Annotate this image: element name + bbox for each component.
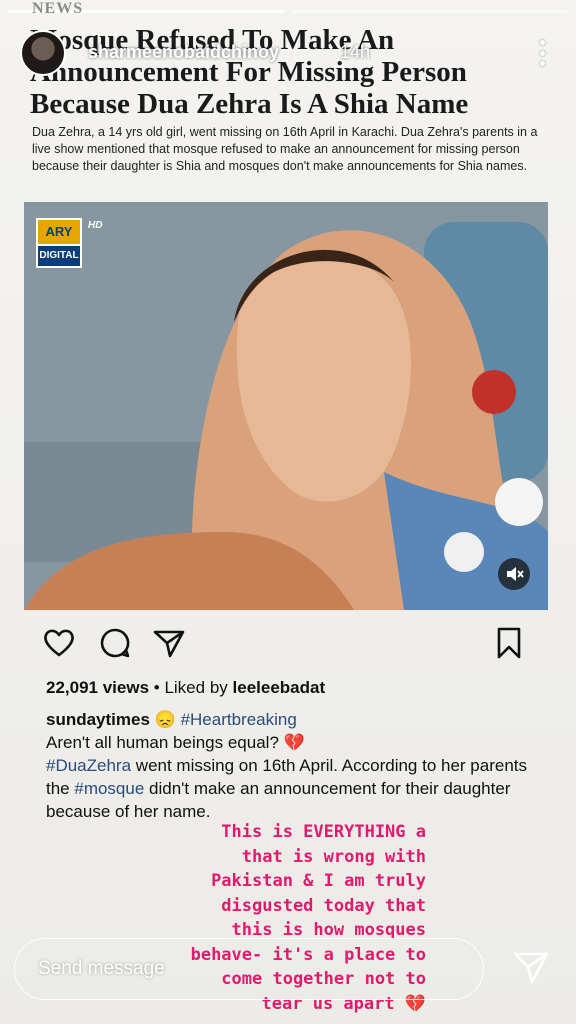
caption-line: Aren't all human beings equal? 💔 (46, 733, 305, 752)
avatar[interactable] (20, 30, 66, 76)
hashtag-mosque[interactable]: #mosque (74, 779, 144, 798)
comment-icon[interactable] (98, 626, 132, 660)
views-count[interactable]: 22,091 views (46, 678, 149, 697)
hashtag-heartbreaking[interactable]: #Heartbreaking (181, 710, 297, 729)
photo-illustration (24, 202, 548, 610)
separator-dot: • (153, 678, 165, 697)
disappointed-emoji: 😞 (154, 710, 176, 729)
article-headline: Mosque Refused To Make An Announcement F… (30, 24, 469, 120)
reply-placeholder: Send message (38, 958, 165, 979)
liked-by-prefix: Liked by (164, 678, 228, 697)
article-body: Dua Zehra, a 14 yrs old girl, went missi… (32, 125, 538, 173)
bookmark-icon[interactable] (492, 626, 526, 660)
story-background: NEWS Mosque Refused To Make An Announcem… (0, 0, 576, 1024)
ary-digital-logo: ARY DIGITAL (36, 218, 82, 268)
caption-username[interactable]: sundaytimes (46, 710, 150, 729)
ary-logo-text: ARY (36, 218, 82, 246)
views-line: 22,091 views • Liked by leeleebadat (46, 678, 325, 698)
post-photo[interactable]: ARY DIGITAL HD (24, 202, 548, 610)
news-section-label: NEWS (32, 0, 84, 17)
hd-badge: HD (88, 220, 103, 231)
story-username[interactable]: sharmeenobaidchinoy (88, 42, 279, 63)
post-actions (42, 626, 532, 662)
digital-logo-text: DIGITAL (36, 246, 82, 268)
liked-by-user[interactable]: leeleebadat (233, 678, 326, 697)
mute-icon[interactable] (498, 558, 530, 590)
send-icon[interactable] (512, 948, 550, 986)
story-progress (8, 10, 568, 13)
progress-segment (291, 10, 568, 13)
more-options-icon[interactable] (538, 40, 546, 66)
post-caption: sundaytimes 😞 #Heartbreaking Aren't all … (46, 708, 536, 823)
share-icon[interactable] (152, 626, 186, 660)
heart-icon[interactable] (42, 626, 76, 660)
hashtag-duazehra[interactable]: #DuaZehra (46, 756, 131, 775)
story-time: 14h (340, 42, 371, 62)
